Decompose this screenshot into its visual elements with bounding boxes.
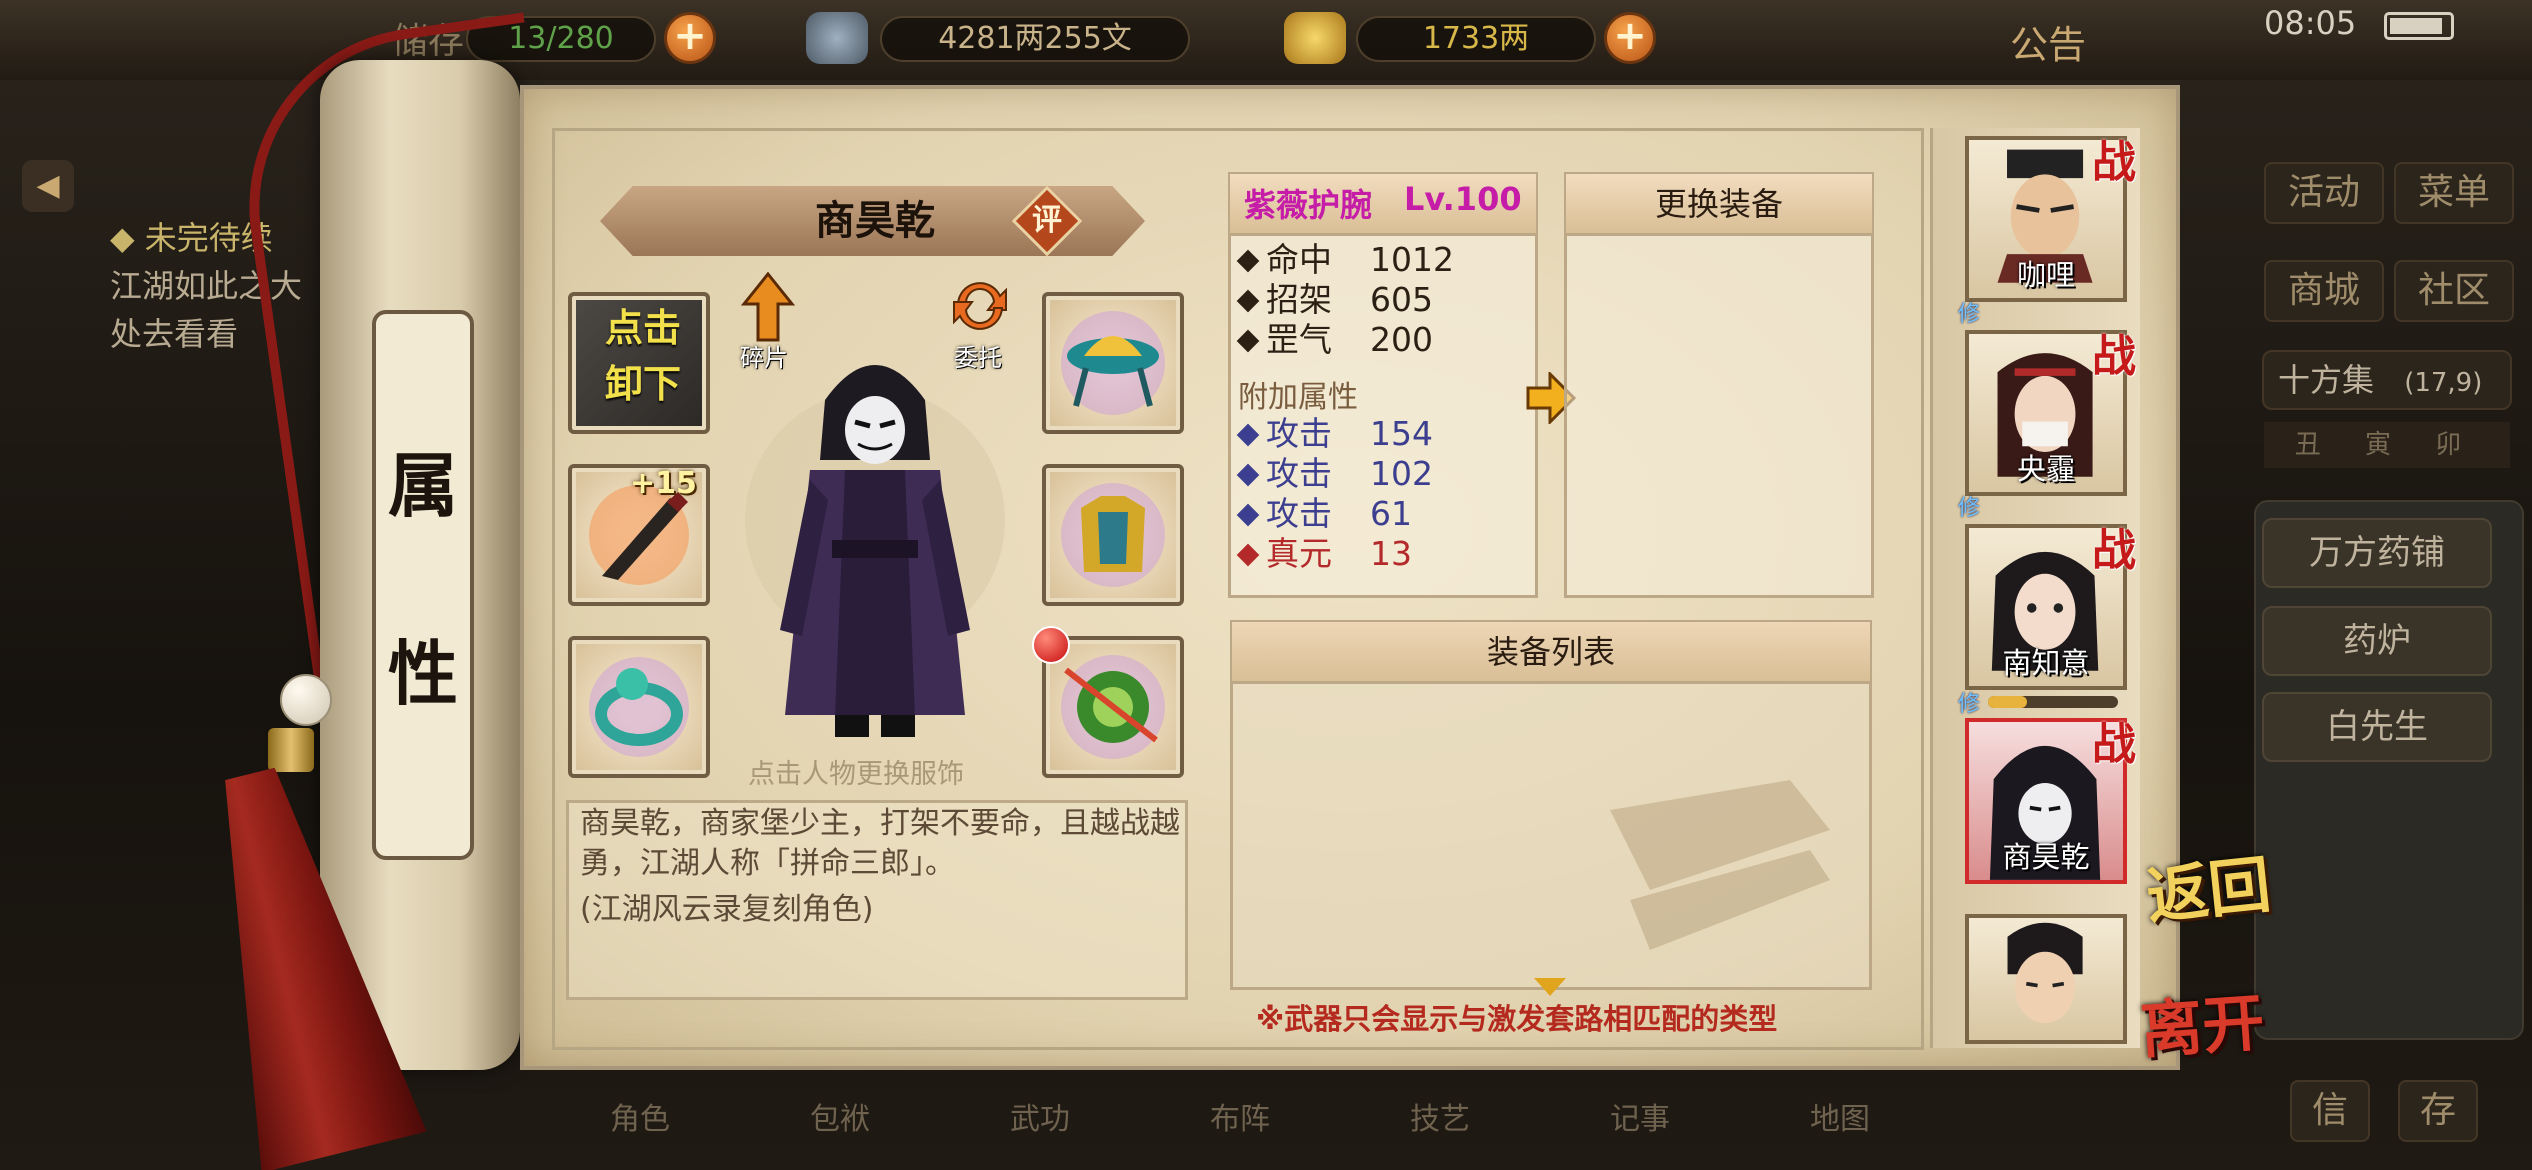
add-bag-button[interactable]: + xyxy=(664,12,716,64)
battery-icon xyxy=(2384,12,2454,40)
location-bar: 十方集 (17,9) xyxy=(2262,350,2512,410)
armor-icon xyxy=(1061,483,1165,587)
bracer-icon xyxy=(1061,655,1165,759)
collapse-arrow-icon[interactable]: ◀ xyxy=(22,160,74,212)
character-figure[interactable] xyxy=(740,330,1010,750)
add-gold-button[interactable]: + xyxy=(1604,12,1656,64)
war-mark: 战 xyxy=(2092,719,2136,770)
enhance-level: +15 xyxy=(630,466,697,501)
new-item-dot xyxy=(1032,626,1070,664)
change-equipment-title: 更换装备 xyxy=(1566,174,1872,236)
rate-button[interactable]: 评 xyxy=(1022,196,1072,246)
equipment-level: Lv.100 xyxy=(1404,180,1522,218)
equipment-name: 紫薇护腕 xyxy=(1244,186,1373,224)
nav-map[interactable]: 地图 xyxy=(1680,1070,1870,1170)
character-name: 商昊乾 xyxy=(815,197,935,244)
jade-bead-icon xyxy=(280,674,332,726)
cultivate-mark: 修 xyxy=(1958,692,1981,717)
extra-stat-row: 攻击 61 xyxy=(1236,494,1412,534)
helmet-slot[interactable] xyxy=(1042,292,1184,434)
equipment-list-title: 装备列表 xyxy=(1232,622,1870,684)
cultivate-mark: 修 xyxy=(1958,496,1981,521)
npc-furnace[interactable]: 药炉 xyxy=(2262,606,2492,676)
unload-line1: 点击 xyxy=(604,305,681,350)
roster-name: 央霾 xyxy=(2016,452,2075,486)
cultivate-progress-bar xyxy=(1988,696,2118,708)
menu-button[interactable]: 菜单 xyxy=(2394,162,2514,224)
save-button[interactable]: 存 xyxy=(2398,1080,2478,1142)
extra-stat-row: 攻击 154 xyxy=(1236,414,1433,454)
nav-character[interactable]: 角色 xyxy=(480,1070,670,1170)
unload-line2: 卸下 xyxy=(604,361,681,406)
location-coords: (17,9) xyxy=(2404,368,2483,398)
nav-journal[interactable]: 记事 xyxy=(1480,1070,1670,1170)
war-mark: 战 xyxy=(2092,331,2136,382)
gold-amount: 1733两 xyxy=(1356,16,1596,62)
extra-stat-row: 攻击 102 xyxy=(1236,454,1433,494)
silver-amount: 4281两255文 xyxy=(880,16,1190,62)
war-mark: 战 xyxy=(2092,137,2136,188)
description-note: (江湖风云录复刻角色) xyxy=(580,892,874,927)
ring-slot[interactable] xyxy=(568,636,710,778)
scroll-watermark-icon xyxy=(1610,780,1830,950)
back-button[interactable]: 返回 xyxy=(2142,834,2275,936)
silver-icon xyxy=(806,12,868,64)
gold-ingot-icon xyxy=(1284,12,1346,64)
extra-stat-row: 真元 13 xyxy=(1236,534,1412,574)
attribute-tab-char1: 属 xyxy=(388,444,458,527)
roster-name: 商昊乾 xyxy=(2002,840,2090,874)
portrait-male-icon xyxy=(2007,922,2083,1024)
clock: 08:05 xyxy=(2264,4,2357,42)
activity-button[interactable]: 活动 xyxy=(2264,162,2384,224)
weapon-filter-note: ※武器只会显示与激发套路相匹配的类型 xyxy=(1256,1002,1778,1036)
nav-martial[interactable]: 武功 xyxy=(880,1070,1070,1170)
entrust-swap-icon[interactable] xyxy=(948,274,1012,338)
hat-icon xyxy=(1061,311,1165,415)
character-description: 商昊乾，商家堡少主，打架不要命，且越战越勇，江湖人称「拼命三郎」。 xyxy=(580,806,1180,881)
roster-name: 南知意 xyxy=(2002,646,2090,680)
stat-row: 招架 605 xyxy=(1236,280,1433,320)
stat-row: 命中 1012 xyxy=(1236,240,1454,280)
nav-skills[interactable]: 技艺 xyxy=(1280,1070,1470,1170)
cultivate-mark: 修 xyxy=(1958,302,1981,327)
notice-button[interactable]: 公告 xyxy=(2010,14,2086,69)
npc-pharmacy[interactable]: 万方药铺 xyxy=(2262,518,2492,588)
tassel-cap-icon xyxy=(268,728,314,772)
letter-button[interactable]: 信 xyxy=(2290,1080,2370,1142)
war-mark: 战 xyxy=(2092,525,2136,576)
jade-ring-icon xyxy=(589,657,689,757)
leave-button[interactable]: 离开 xyxy=(2137,972,2267,1070)
roster-card[interactable] xyxy=(1965,914,2127,1044)
nav-bag[interactable]: 包袱 xyxy=(680,1070,870,1170)
stat-row: 罡气 200 xyxy=(1236,320,1433,360)
nav-formation[interactable]: 布阵 xyxy=(1080,1070,1270,1170)
unload-label: 点击 卸下 xyxy=(578,300,708,412)
time-of-day: 丑 寅 卯 xyxy=(2264,422,2510,468)
location-name: 十方集 xyxy=(2278,361,2375,399)
shop-button[interactable]: 商城 xyxy=(2264,260,2384,322)
attribute-tab[interactable] xyxy=(372,310,474,860)
community-button[interactable]: 社区 xyxy=(2394,260,2514,322)
change-outfit-hint: 点击人物更换服饰 xyxy=(748,759,964,790)
bottom-nav: 角色 包袱 武功 布阵 技艺 记事 地图 xyxy=(480,1070,1880,1170)
scroll-down-icon[interactable] xyxy=(1534,978,1566,996)
npc-master[interactable]: 白先生 xyxy=(2262,692,2492,762)
roster-name: 咖哩 xyxy=(2016,258,2075,292)
attribute-tab-char2: 性 xyxy=(388,632,458,715)
extra-attributes-title: 附加属性 xyxy=(1238,380,1358,415)
armor-slot[interactable] xyxy=(1042,464,1184,606)
